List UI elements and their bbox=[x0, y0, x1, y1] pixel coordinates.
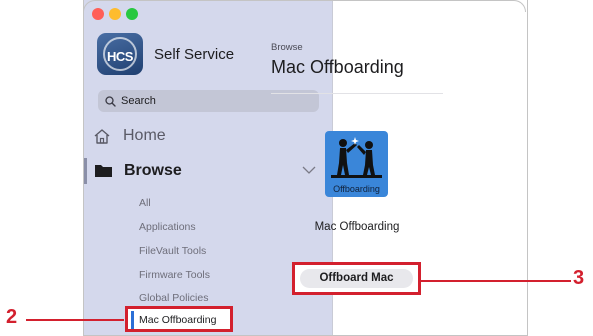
sidebar-item-home-label: Home bbox=[123, 127, 166, 144]
title-divider bbox=[271, 93, 443, 94]
app-title: Self Service bbox=[154, 46, 235, 63]
sidebar-subitem-firmware-tools[interactable]: Firmware Tools bbox=[139, 269, 210, 281]
breadcrumb[interactable]: Browse bbox=[271, 42, 303, 53]
sidebar-subitem-mac-offboarding[interactable]: Mac Offboarding bbox=[125, 306, 233, 332]
callout-number-3: 3 bbox=[573, 267, 585, 289]
offboard-button-highlight: Offboard Mac bbox=[292, 262, 421, 295]
offboarding-app-icon[interactable]: Offboarding bbox=[325, 131, 388, 197]
sidebar-item-browse-label: Browse bbox=[124, 162, 182, 179]
callout-line-2 bbox=[26, 319, 124, 321]
sidebar-item-home[interactable]: Home bbox=[84, 125, 332, 147]
people-reaching-icon bbox=[331, 137, 382, 178]
search-placeholder: Search bbox=[121, 95, 156, 107]
selection-indicator bbox=[131, 311, 134, 329]
minimize-window-button[interactable] bbox=[109, 8, 121, 20]
sidebar-subitem-applications[interactable]: Applications bbox=[139, 221, 196, 233]
search-icon bbox=[105, 95, 116, 107]
app-logo-text: HCS bbox=[107, 48, 133, 64]
sidebar-subitem-all[interactable]: All bbox=[139, 197, 151, 209]
sidebar-subitem-filevault-tools[interactable]: FileVault Tools bbox=[139, 245, 206, 257]
zoom-window-button[interactable] bbox=[126, 8, 138, 20]
sidebar-subitem-mac-offboarding-label: Mac Offboarding bbox=[139, 314, 217, 326]
house-icon bbox=[94, 129, 110, 144]
folder-icon bbox=[95, 165, 112, 177]
callout-line-3 bbox=[421, 280, 571, 282]
page-title: Mac Offboarding bbox=[271, 57, 404, 77]
offboard-mac-button[interactable]: Offboard Mac bbox=[300, 269, 413, 288]
sidebar-subitem-global-policies[interactable]: Global Policies bbox=[139, 292, 208, 304]
browse-indicator-bar bbox=[84, 158, 87, 184]
app-icon-caption: Offboarding bbox=[333, 184, 380, 194]
chevron-down-icon[interactable] bbox=[302, 166, 316, 175]
sidebar-item-browse[interactable]: Browse bbox=[84, 158, 332, 184]
close-window-button[interactable] bbox=[92, 8, 104, 20]
item-name: Mac Offboarding bbox=[314, 221, 400, 233]
app-logo: HCS bbox=[97, 33, 143, 75]
callout-number-2: 2 bbox=[6, 306, 18, 328]
